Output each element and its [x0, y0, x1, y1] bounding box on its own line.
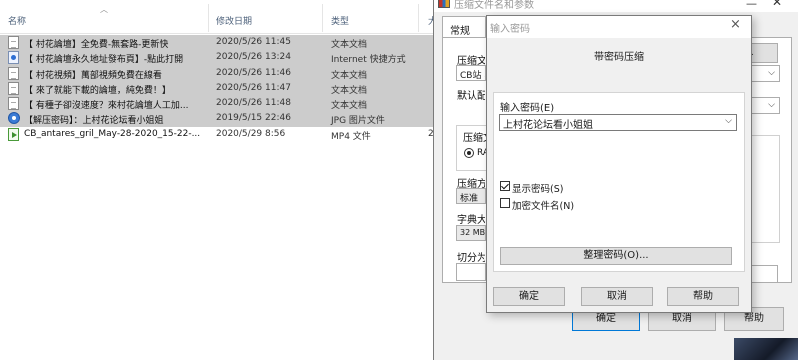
password-help-button[interactable]: 帮助: [667, 287, 739, 306]
password-input[interactable]: 上村花论坛看小姐姐 ⌵: [499, 114, 737, 131]
file-row[interactable]: 【 有種子卻沒速度？來村花論壇人工加... 2020/5/26 11:48 文本…: [0, 96, 440, 112]
column-divider[interactable]: [208, 4, 209, 32]
file-row[interactable]: 【 村花論壇永久地址發布頁】-點此打開 2020/5/26 13:24 Inte…: [0, 50, 440, 66]
chevron-down-icon[interactable]: ⌵: [725, 116, 732, 126]
close-icon[interactable]: ×: [730, 17, 741, 32]
archive-dialog-titlebar[interactable]: 压缩文件名和参数 — ✕: [434, 0, 798, 12]
show-password-label[interactable]: 显示密码(S): [512, 181, 563, 195]
file-date: 2020/5/26 11:48: [216, 98, 291, 109]
close-icon[interactable]: ✕: [772, 0, 782, 9]
column-header-type[interactable]: 类型: [331, 14, 349, 27]
dictionary-select[interactable]: 32 MB: [456, 225, 486, 241]
tab-general[interactable]: 常规: [442, 16, 486, 38]
file-type: JPG 图片文件: [331, 116, 385, 127]
file-name: 【解压密码】：上村花论坛看小姐姐: [24, 116, 164, 127]
file-row[interactable]: 【 村花視頻】萬部視頻免費在線看 2020/5/26 11:46 文本文档: [0, 65, 440, 81]
file-row[interactable]: CB_antares_gril_May-28-2020_15-22-... 20…: [0, 127, 440, 142]
file-type: 文本文档: [331, 85, 368, 96]
profile-label: 默认配: [457, 91, 485, 102]
archive-name-input[interactable]: CB站 a: [456, 65, 486, 81]
minimize-icon[interactable]: —: [746, 0, 757, 10]
file-explorer: ︿ 名称 修改日期 类型 大 【 村花論壇】全免費-無套路-更新快 2020/5…: [0, 0, 440, 360]
mp4-video-icon: [8, 127, 19, 141]
chevron-down-icon: ⌵: [768, 100, 775, 110]
file-date: 2020/5/26 11:47: [216, 82, 291, 93]
file-list: 【 村花論壇】全免費-無套路-更新快 2020/5/26 11:45 文本文档 …: [0, 35, 440, 142]
text-file-icon: [8, 97, 19, 111]
show-password-checkbox[interactable]: [500, 181, 510, 191]
method-select[interactable]: 标准: [456, 188, 486, 204]
file-name: 【 村花論壇】全免費-無套路-更新快: [24, 40, 169, 50]
file-name: 【 有種子卻沒速度？來村花論壇人工加...: [24, 101, 189, 112]
file-date: 2019/5/15 22:46: [216, 113, 291, 124]
text-file-icon: [8, 36, 19, 49]
file-name: 【 來了就能下載的論壇，純免費！】: [24, 85, 171, 96]
file-date: 2020/5/29 8:56: [216, 128, 286, 139]
password-value: 上村花论坛看小姐姐: [503, 120, 593, 131]
file-type: 文本文档: [331, 101, 368, 112]
file-type: 文本文档: [331, 40, 368, 50]
organize-passwords-button[interactable]: 整理密码(O)...: [500, 247, 732, 265]
file-date: 2020/5/26 13:24: [216, 52, 291, 63]
password-ok-button[interactable]: 确定: [493, 287, 565, 306]
jpg-image-icon: [8, 112, 20, 125]
text-file-icon: [8, 66, 19, 80]
chevron-down-icon: ⌵: [768, 68, 775, 78]
password-dialog: 输入密码 × 带密码压缩: [486, 15, 752, 313]
text-file-icon: [8, 81, 19, 95]
desktop-wallpaper-fragment: [734, 338, 798, 360]
password-label: 输入密码(E): [500, 103, 555, 114]
file-row[interactable]: 【 村花論壇】全免費-無套路-更新快 2020/5/26 11:45 文本文档: [0, 35, 440, 51]
split-volume-input[interactable]: [456, 263, 486, 281]
split-label: 切分为: [457, 253, 485, 264]
file-name: 【 村花視頻】萬部視頻免費在線看: [24, 70, 162, 81]
file-date: 2020/5/26 11:46: [216, 67, 291, 78]
file-type: 文本文档: [331, 70, 368, 81]
file-type: MP4 文件: [331, 131, 371, 142]
column-header-name[interactable]: 名称: [8, 14, 26, 27]
internet-shortcut-icon: [8, 51, 19, 65]
encrypt-filenames-label[interactable]: 加密文件名(N): [512, 198, 574, 212]
password-dialog-title: 输入密码: [490, 24, 530, 35]
column-header-date[interactable]: 修改日期: [216, 14, 252, 27]
encrypt-filenames-checkbox[interactable]: [500, 198, 510, 208]
password-dialog-heading: 带密码压缩: [594, 52, 644, 63]
winrar-icon: [438, 0, 450, 8]
file-date: 2020/5/26 11:45: [216, 37, 291, 47]
format-label: 压缩文: [463, 129, 487, 144]
file-row[interactable]: 【 來了就能下載的論壇，純免費！】 2020/5/26 11:47 文本文档: [0, 80, 440, 97]
column-header-bar: ︿ 名称 修改日期 类型 大: [0, 0, 440, 34]
column-divider[interactable]: [322, 4, 323, 32]
archive-dialog-title: 压缩文件名和参数: [454, 0, 534, 11]
dictionary-label: 字典大: [457, 215, 485, 226]
file-name: 【 村花論壇永久地址發布頁】-點此打開: [24, 55, 184, 66]
column-divider[interactable]: [418, 4, 419, 32]
file-name: CB_antares_gril_May-28-2020_15-22-...: [24, 128, 201, 139]
password-dialog-titlebar[interactable]: 输入密码 ×: [487, 16, 751, 38]
format-radio-rar[interactable]: [464, 148, 474, 158]
file-type: Internet 快捷方式: [331, 55, 406, 66]
password-cancel-button[interactable]: 取消: [581, 287, 653, 306]
file-row[interactable]: 【解压密码】：上村花论坛看小姐姐 2019/5/15 22:46 JPG 图片文…: [0, 111, 440, 127]
sort-ascending-icon: ︿: [100, 5, 108, 14]
